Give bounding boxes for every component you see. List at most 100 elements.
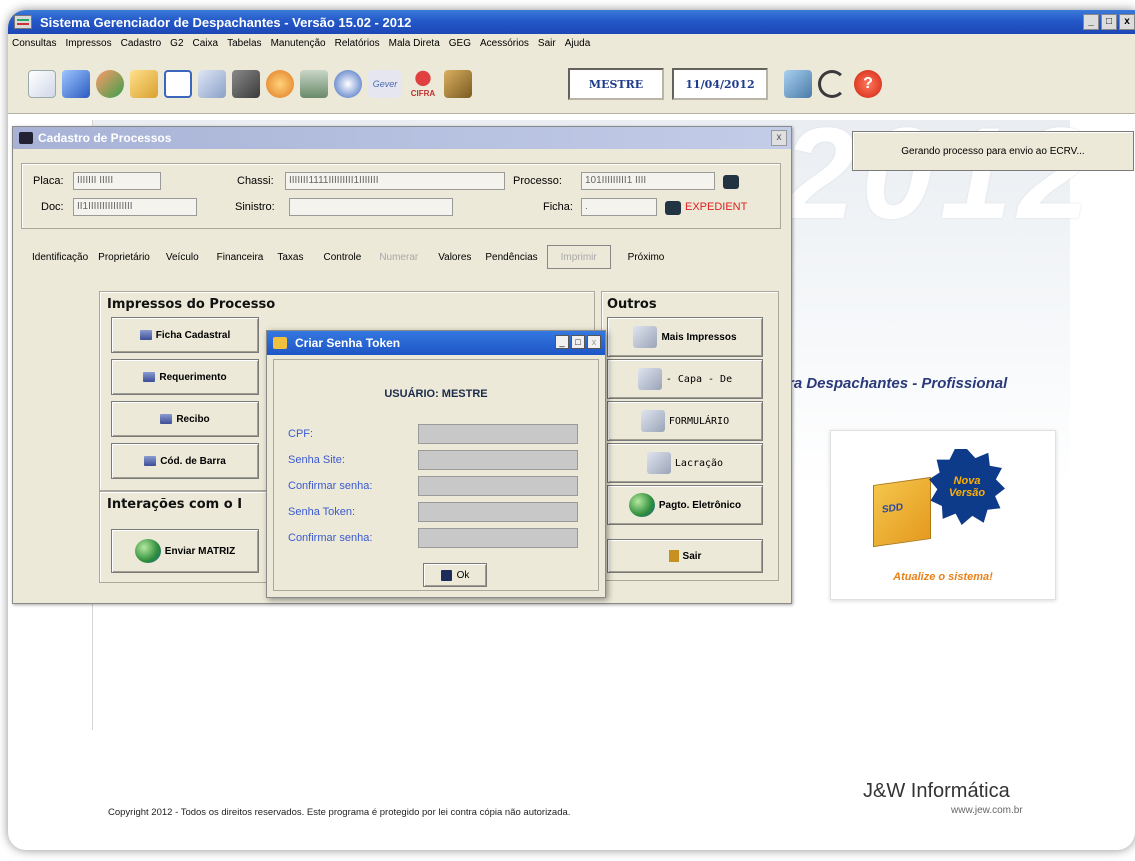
current-date-field: 11/04/2012 [672, 68, 768, 100]
cadastro-title-bar[interactable]: Cadastro de Processos [13, 127, 791, 149]
close-button[interactable]: x [1119, 14, 1135, 30]
processo-input[interactable]: 101IIIIIIIII1 IIII [581, 172, 715, 190]
menu-relatorios[interactable]: Relatórios [335, 38, 380, 49]
menu-acessorios[interactable]: Acessórios [480, 38, 529, 49]
search-processo-icon[interactable] [723, 175, 739, 189]
title-bar[interactable]: Sistema Gerenciador de Despachantes - Ve… [8, 10, 1135, 34]
doc-input[interactable]: II1IIIIIIIIIIIIIIII [73, 198, 197, 216]
menu-impressos[interactable]: Impressos [65, 38, 111, 49]
chassi-input[interactable]: IIIIIII1111IIIIIIIII1IIIIIII [285, 172, 505, 190]
token-window-controls: _ □ x [555, 335, 601, 349]
tab-valores[interactable]: Valores [433, 245, 476, 269]
token-close-button[interactable]: x [587, 335, 601, 349]
menu-sair[interactable]: Sair [538, 38, 556, 49]
senha-token-input[interactable] [418, 502, 578, 522]
tab-pendencias[interactable]: Pendências [480, 245, 542, 269]
cadastro-close-button[interactable]: x [771, 130, 787, 146]
sinistro-input[interactable] [289, 198, 453, 216]
ficha-cadastral-button[interactable]: Ficha Cadastral [111, 317, 259, 353]
printer-icon[interactable] [232, 70, 260, 98]
menu-geg[interactable]: GEG [449, 38, 471, 49]
window-icon[interactable] [164, 70, 192, 98]
documents-icon[interactable] [198, 70, 226, 98]
recibo-label: Recibo [176, 413, 210, 425]
pagto-eletronico-button[interactable]: Pagto. Eletrônico [607, 485, 763, 525]
scroll-icon[interactable] [444, 70, 472, 98]
ok-button[interactable]: Ok [423, 563, 487, 587]
background-slogan: ra Despachantes - Profissional [788, 375, 1008, 392]
ficha-input[interactable]: . [581, 198, 657, 216]
new-document-icon[interactable] [28, 70, 56, 98]
confirmar-senha-site-input[interactable] [418, 476, 578, 496]
token-dialog: Criar Senha Token _ □ x USUÁRIO: MESTRE … [266, 330, 606, 598]
monitor-icon[interactable] [784, 70, 812, 98]
cpf-label: CPF: [288, 428, 314, 440]
tab-imprimir[interactable]: Imprimir [546, 245, 611, 269]
capa-button[interactable]: - Capa - De [607, 359, 763, 399]
menu-tabelas[interactable]: Tabelas [227, 38, 261, 49]
outros-title: Outros [607, 297, 657, 312]
minimize-button[interactable]: _ [1083, 14, 1099, 30]
formulario-button[interactable]: FORMULÁRIO [607, 401, 763, 441]
requerimento-button[interactable]: Requerimento [111, 359, 259, 395]
cifra-icon[interactable]: CIFRA [408, 70, 438, 98]
disc-icon[interactable] [334, 70, 362, 98]
background-year: 2012 [783, 100, 1097, 246]
ficha-label: Ficha: [543, 201, 573, 213]
tab-veiculo[interactable]: Veículo [161, 245, 204, 269]
maximize-button[interactable]: □ [1101, 14, 1117, 30]
menu-mala-direta[interactable]: Mala Direta [389, 38, 440, 49]
menu-manutencao[interactable]: Manutenção [271, 38, 326, 49]
tab-financeira[interactable]: Financeira [212, 245, 269, 269]
doc-label: Doc: [41, 201, 64, 213]
lacracao-label: Lacração [674, 457, 724, 469]
sair-button[interactable]: Sair [607, 539, 763, 573]
menu-consultas[interactable]: Consultas [12, 38, 56, 49]
confirmar-senha-token-input[interactable] [418, 528, 578, 548]
gever-icon[interactable]: Gever [368, 70, 402, 98]
cpf-input[interactable] [418, 424, 578, 444]
menu-cadastro[interactable]: Cadastro [121, 38, 162, 49]
update-link[interactable]: Atualize o sistema! [831, 571, 1055, 583]
users-icon[interactable] [96, 70, 124, 98]
senha-token-label: Senha Token: [288, 506, 356, 518]
promo-banner[interactable]: Nova Versão Atualize o sistema! [830, 430, 1056, 600]
badge-line1: Nova [953, 475, 981, 487]
processo-label: Processo: [513, 175, 562, 187]
tab-proximo[interactable]: Próximo [623, 245, 670, 269]
app-title: Sistema Gerenciador de Despachantes - Ve… [40, 14, 412, 30]
menu-ajuda[interactable]: Ajuda [565, 38, 591, 49]
tab-proprietario[interactable]: Proprietário [93, 245, 155, 269]
calculator-icon[interactable] [300, 70, 328, 98]
tab-controle[interactable]: Controle [319, 245, 367, 269]
sinistro-label: Sinistro: [235, 201, 275, 213]
menu-caixa[interactable]: Caixa [193, 38, 219, 49]
badge-line2: Versão [948, 487, 986, 499]
token-maximize-button[interactable]: □ [571, 335, 585, 349]
menu-bar: Consultas Impressos Cadastro G2 Caixa Ta… [8, 34, 1135, 52]
print-icon [144, 456, 157, 466]
interacoes-title: Interações com o I [107, 497, 243, 512]
tab-identificacao[interactable]: Identificação [27, 245, 93, 269]
token-user-line: USUÁRIO: MESTRE [384, 388, 488, 400]
enviar-matriz-button[interactable]: Enviar MATRIZ [111, 529, 259, 573]
print-icon [160, 414, 173, 424]
token-minimize-button[interactable]: _ [555, 335, 569, 349]
menu-g2[interactable]: G2 [170, 38, 183, 49]
ok-label: Ok [456, 569, 470, 581]
recibo-button[interactable]: Recibo [111, 401, 259, 437]
senha-site-input[interactable] [418, 450, 578, 470]
current-user-field: MESTRE [568, 68, 664, 100]
cod-barra-button[interactable]: Cód. de Barra [111, 443, 259, 479]
placa-input[interactable]: IIIIIII IIIII [73, 172, 161, 190]
folder-icon[interactable] [130, 70, 158, 98]
tab-taxas[interactable]: Taxas [272, 245, 308, 269]
phone-icon[interactable] [818, 70, 846, 98]
tab-numerar[interactable]: Numerar [374, 245, 423, 269]
mais-impressos-button[interactable]: Mais Impressos [607, 317, 763, 357]
calendar-icon[interactable] [266, 70, 294, 98]
car-icon[interactable] [62, 70, 90, 98]
search-ficha-icon[interactable] [665, 201, 681, 215]
lacracao-button[interactable]: Lacração [607, 443, 763, 483]
help-icon[interactable]: ? [854, 70, 882, 98]
